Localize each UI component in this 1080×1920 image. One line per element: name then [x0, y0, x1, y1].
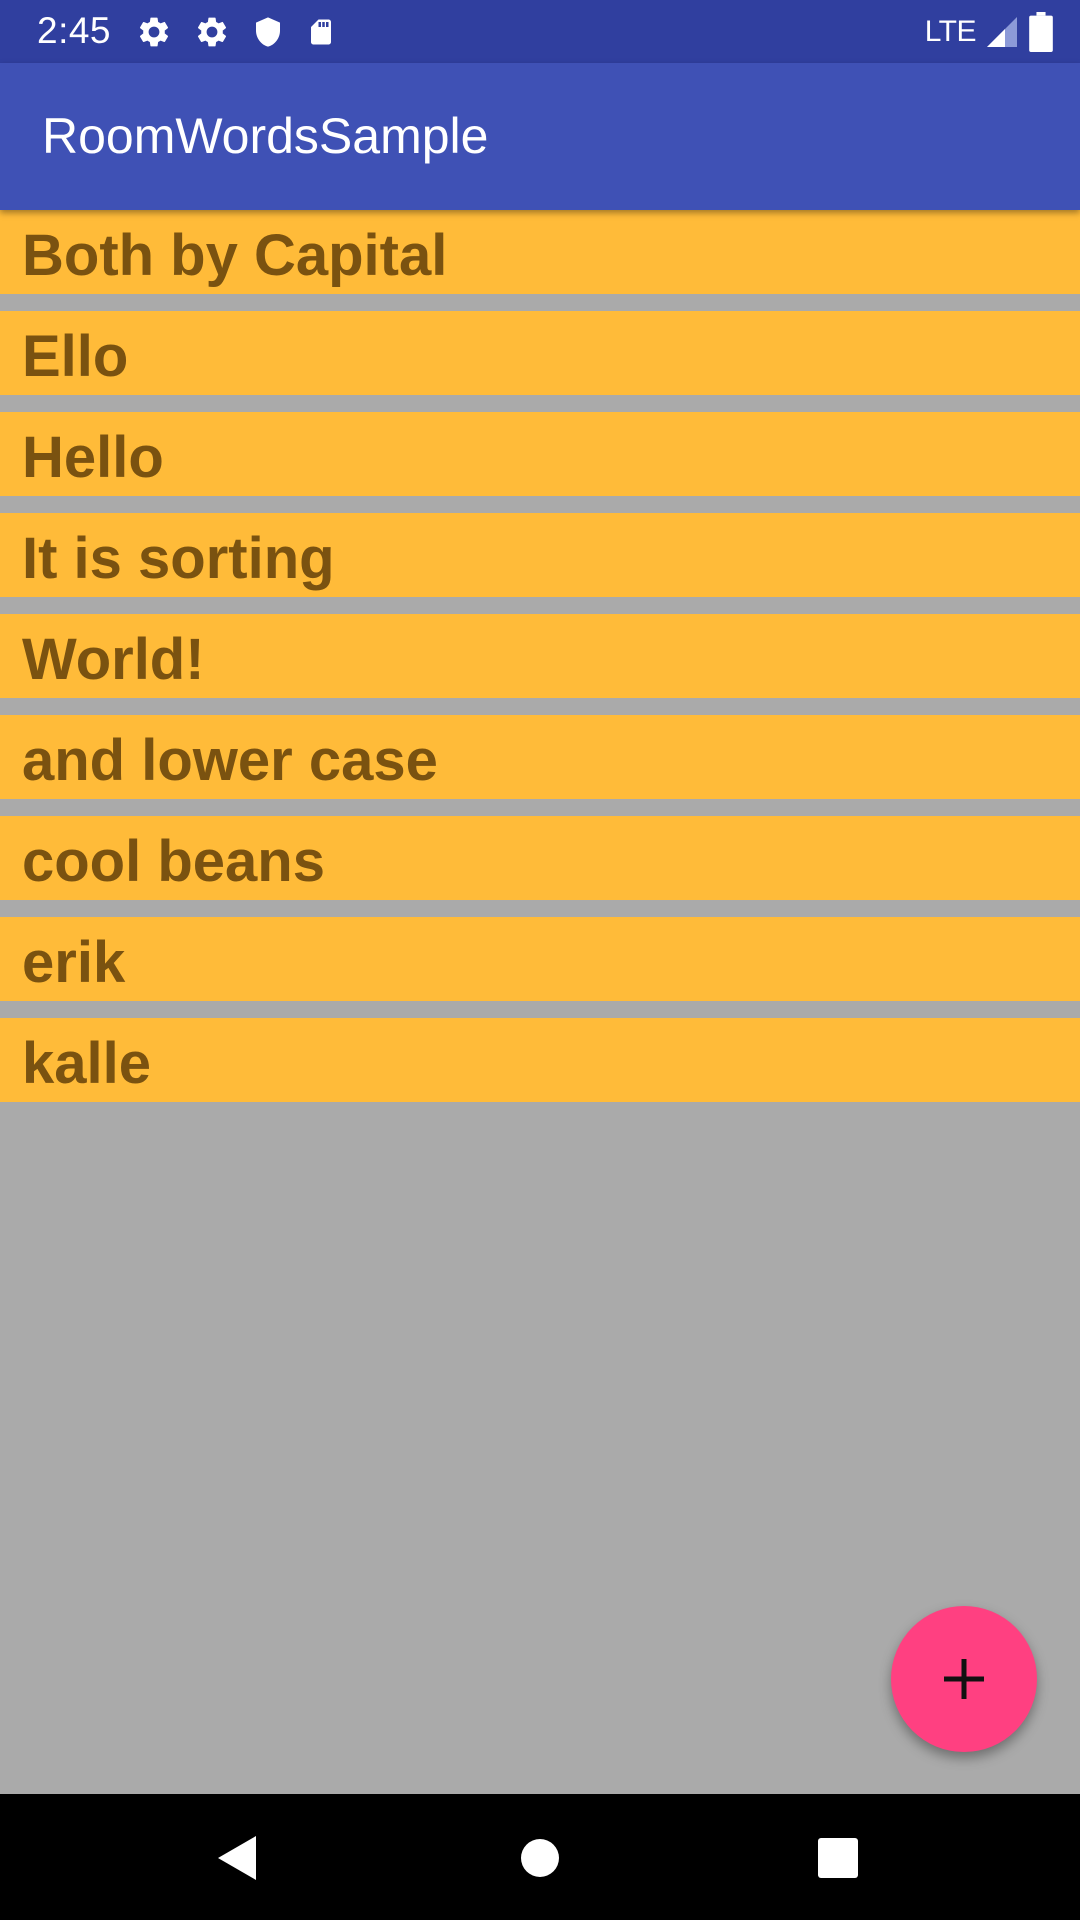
settings-icon: [139, 17, 169, 47]
list-item[interactable]: It is sorting: [0, 513, 1080, 597]
system-status: LTE: [925, 10, 1054, 54]
notification-icons: [136, 12, 336, 52]
list-item[interactable]: kalle: [0, 1018, 1080, 1102]
word-text: It is sorting: [22, 526, 335, 591]
app-title: RoomWordsSample: [42, 108, 489, 164]
list-item[interactable]: Ello: [0, 311, 1080, 395]
word-text: erik: [22, 930, 126, 995]
home-icon[interactable]: [512, 1830, 568, 1886]
word-text: cool beans: [22, 829, 325, 894]
word-text: Ello: [22, 324, 129, 389]
list-item[interactable]: World!: [0, 614, 1080, 698]
shield-icon: [256, 17, 280, 47]
battery-icon: [1029, 12, 1053, 52]
list-item[interactable]: Hello: [0, 412, 1080, 496]
back-icon[interactable]: [212, 1830, 268, 1886]
word-text: and lower case: [22, 728, 438, 793]
status-bar: 2:45 LTE: [0, 0, 1080, 63]
navigation-bar: [0, 1794, 1080, 1920]
list-item[interactable]: and lower case: [0, 715, 1080, 799]
settings-icon: [197, 17, 227, 47]
status-time: 2:45: [37, 10, 112, 51]
recents-icon[interactable]: [810, 1830, 866, 1886]
network-type-label: LTE: [924, 15, 977, 48]
word-text: Both by Capital: [22, 223, 448, 288]
signal-icon: [987, 17, 1017, 47]
word-text: kalle: [22, 1031, 151, 1096]
sd-card-icon: [311, 19, 331, 45]
list-item[interactable]: cool beans: [0, 816, 1080, 900]
plus-icon: [944, 1659, 984, 1699]
list-item[interactable]: Both by Capital: [0, 210, 1080, 294]
app-bar: RoomWordsSample: [0, 63, 1080, 210]
word-text: World!: [22, 627, 205, 692]
list-item[interactable]: erik: [0, 917, 1080, 1001]
word-text: Hello: [22, 425, 164, 490]
word-list: Both by Capital Ello Hello It is sorting Wor…: [0, 210, 1080, 1119]
add-word-button[interactable]: [891, 1606, 1037, 1752]
